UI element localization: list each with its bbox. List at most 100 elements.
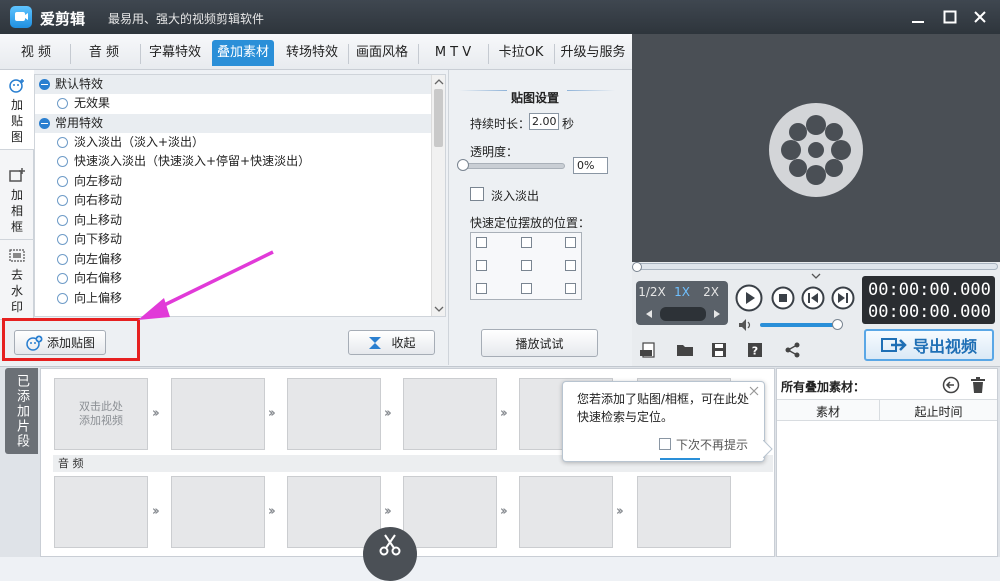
position-cell[interactable] — [565, 260, 576, 271]
duration-input[interactable]: 2.00 — [529, 113, 559, 130]
scroll-up-icon[interactable] — [432, 77, 446, 87]
tab-audio[interactable]: 音 频 — [76, 40, 132, 66]
chevron-down-icon[interactable] — [810, 272, 822, 280]
effects-scrollbar[interactable] — [431, 75, 445, 316]
side-tab-remove-watermark[interactable]: 去水印 — [0, 240, 34, 320]
audio-slot[interactable] — [403, 476, 497, 548]
close-icon[interactable] — [749, 386, 759, 396]
position-cell[interactable] — [521, 283, 532, 294]
maximize-icon[interactable] — [940, 7, 960, 27]
fade-checkbox[interactable] — [470, 187, 484, 201]
position-cell[interactable] — [476, 283, 487, 294]
effect-option[interactable]: 向左移动 — [35, 172, 445, 192]
position-cell[interactable] — [476, 260, 487, 271]
audio-slot[interactable] — [519, 476, 613, 548]
radio-icon — [57, 175, 68, 187]
group-header-default[interactable]: 默认特效 — [35, 75, 445, 94]
effect-option[interactable]: 向上移动 — [35, 211, 445, 231]
watermark-icon — [9, 249, 25, 262]
play-icon[interactable] — [735, 284, 763, 312]
radio-icon — [57, 234, 68, 246]
tab-picture-style[interactable]: 画面风格 — [350, 40, 414, 66]
export-icon — [880, 338, 907, 352]
tab-subtitle-effects[interactable]: 字幕特效 — [143, 40, 207, 66]
previous-frame-icon[interactable] — [801, 286, 825, 310]
audio-slot[interactable] — [637, 476, 731, 548]
side-tab-label: 去水印 — [10, 268, 23, 314]
save-icon[interactable] — [711, 342, 727, 358]
opacity-slider-handle[interactable] — [457, 159, 469, 171]
collapse-button[interactable]: 收起 — [348, 330, 435, 355]
video-slot[interactable] — [287, 378, 381, 450]
all-materials-panel: 所有叠加素材： 素材 起止时间 — [776, 368, 998, 557]
collapse-icon — [39, 79, 50, 90]
speed-normal[interactable]: 1X — [670, 285, 694, 299]
tab-overlay-materials[interactable]: 叠加素材 — [212, 40, 274, 66]
tab-video[interactable]: 视 频 — [8, 40, 64, 66]
open-folder-icon[interactable] — [676, 342, 694, 358]
video-slot[interactable] — [403, 378, 497, 450]
group-header-common[interactable]: 常用特效 — [35, 113, 445, 133]
opacity-slider[interactable] — [461, 163, 565, 169]
close-icon[interactable] — [970, 7, 990, 27]
side-tabs: 加贴图 加相框 去水印 — [0, 70, 34, 320]
play-test-button[interactable]: 播放试试 — [481, 329, 598, 357]
audio-slot[interactable] — [287, 476, 381, 548]
chevron-right-icon: ›› — [384, 504, 392, 519]
jog-wheel[interactable] — [660, 307, 706, 321]
minimize-icon[interactable] — [908, 7, 928, 27]
added-clips-tab[interactable]: 已添加片段 — [5, 368, 38, 454]
settings-title: 贴图设置 — [511, 91, 560, 105]
fast-forward-icon[interactable] — [712, 309, 722, 319]
side-tab-label: 加贴图 — [10, 98, 23, 144]
speed-half[interactable]: 1/2X — [638, 285, 666, 299]
scissors-icon[interactable] — [363, 527, 417, 581]
side-tab-add-sticker[interactable]: 加贴图 — [0, 70, 34, 150]
audio-slot[interactable] — [54, 476, 148, 548]
radio-icon — [57, 98, 68, 110]
position-cell[interactable] — [565, 283, 576, 294]
tab-karaoke[interactable]: 卡拉OK — [492, 40, 550, 66]
scroll-down-icon[interactable] — [432, 304, 446, 314]
side-tab-add-frame[interactable]: 加相框 — [0, 160, 34, 240]
tab-transition-effects[interactable]: 转场特效 — [280, 40, 344, 66]
opacity-input[interactable]: 0% — [573, 157, 608, 174]
tab-mtv[interactable]: M T V — [424, 40, 482, 66]
app-name: 爱剪辑 — [40, 10, 86, 28]
audio-slot[interactable] — [171, 476, 265, 548]
help-icon[interactable]: ? — [747, 342, 763, 358]
position-cell[interactable] — [521, 260, 532, 271]
chevron-right-icon: ›› — [500, 504, 508, 519]
effect-option[interactable]: 快速淡入淡出（快速淡入+停留+快速淡出） — [35, 152, 445, 172]
progress-handle[interactable] — [632, 262, 642, 272]
stop-icon[interactable] — [771, 286, 795, 310]
progress-bar[interactable] — [634, 263, 998, 270]
position-cell[interactable] — [476, 237, 487, 248]
speed-double[interactable]: 2X — [698, 285, 724, 299]
trash-icon[interactable] — [970, 376, 986, 394]
position-cell[interactable] — [521, 237, 532, 248]
video-slot[interactable] — [171, 378, 265, 450]
export-video-button[interactable]: 导出视频 — [864, 329, 994, 361]
tab-upgrade-service[interactable]: 升级与服务 — [557, 40, 629, 66]
chevron-right-icon: ›› — [500, 406, 508, 421]
scrollbar-thumb[interactable] — [434, 89, 443, 147]
col-material: 素材 — [815, 405, 840, 419]
rewind-icon[interactable] — [644, 309, 654, 319]
new-file-icon[interactable] — [640, 342, 658, 358]
locate-icon[interactable] — [942, 376, 960, 394]
volume-handle[interactable] — [832, 319, 843, 330]
effect-option[interactable]: 淡入淡出（淡入+淡出） — [35, 133, 445, 153]
share-icon[interactable] — [785, 342, 801, 358]
position-cell[interactable] — [565, 237, 576, 248]
effect-option[interactable]: 无效果 — [35, 94, 445, 114]
effect-option[interactable]: 向右移动 — [35, 191, 445, 211]
volume-icon[interactable] — [738, 318, 754, 332]
current-time: 00:00:00.000 — [868, 280, 991, 300]
dont-show-checkbox[interactable] — [659, 438, 671, 450]
next-frame-icon[interactable] — [831, 286, 855, 310]
volume-slider[interactable] — [760, 323, 838, 327]
radio-icon — [57, 214, 68, 226]
chevron-right-icon: ›› — [268, 504, 276, 519]
add-video-placeholder[interactable]: 双击此处 添加视频 — [54, 378, 148, 450]
